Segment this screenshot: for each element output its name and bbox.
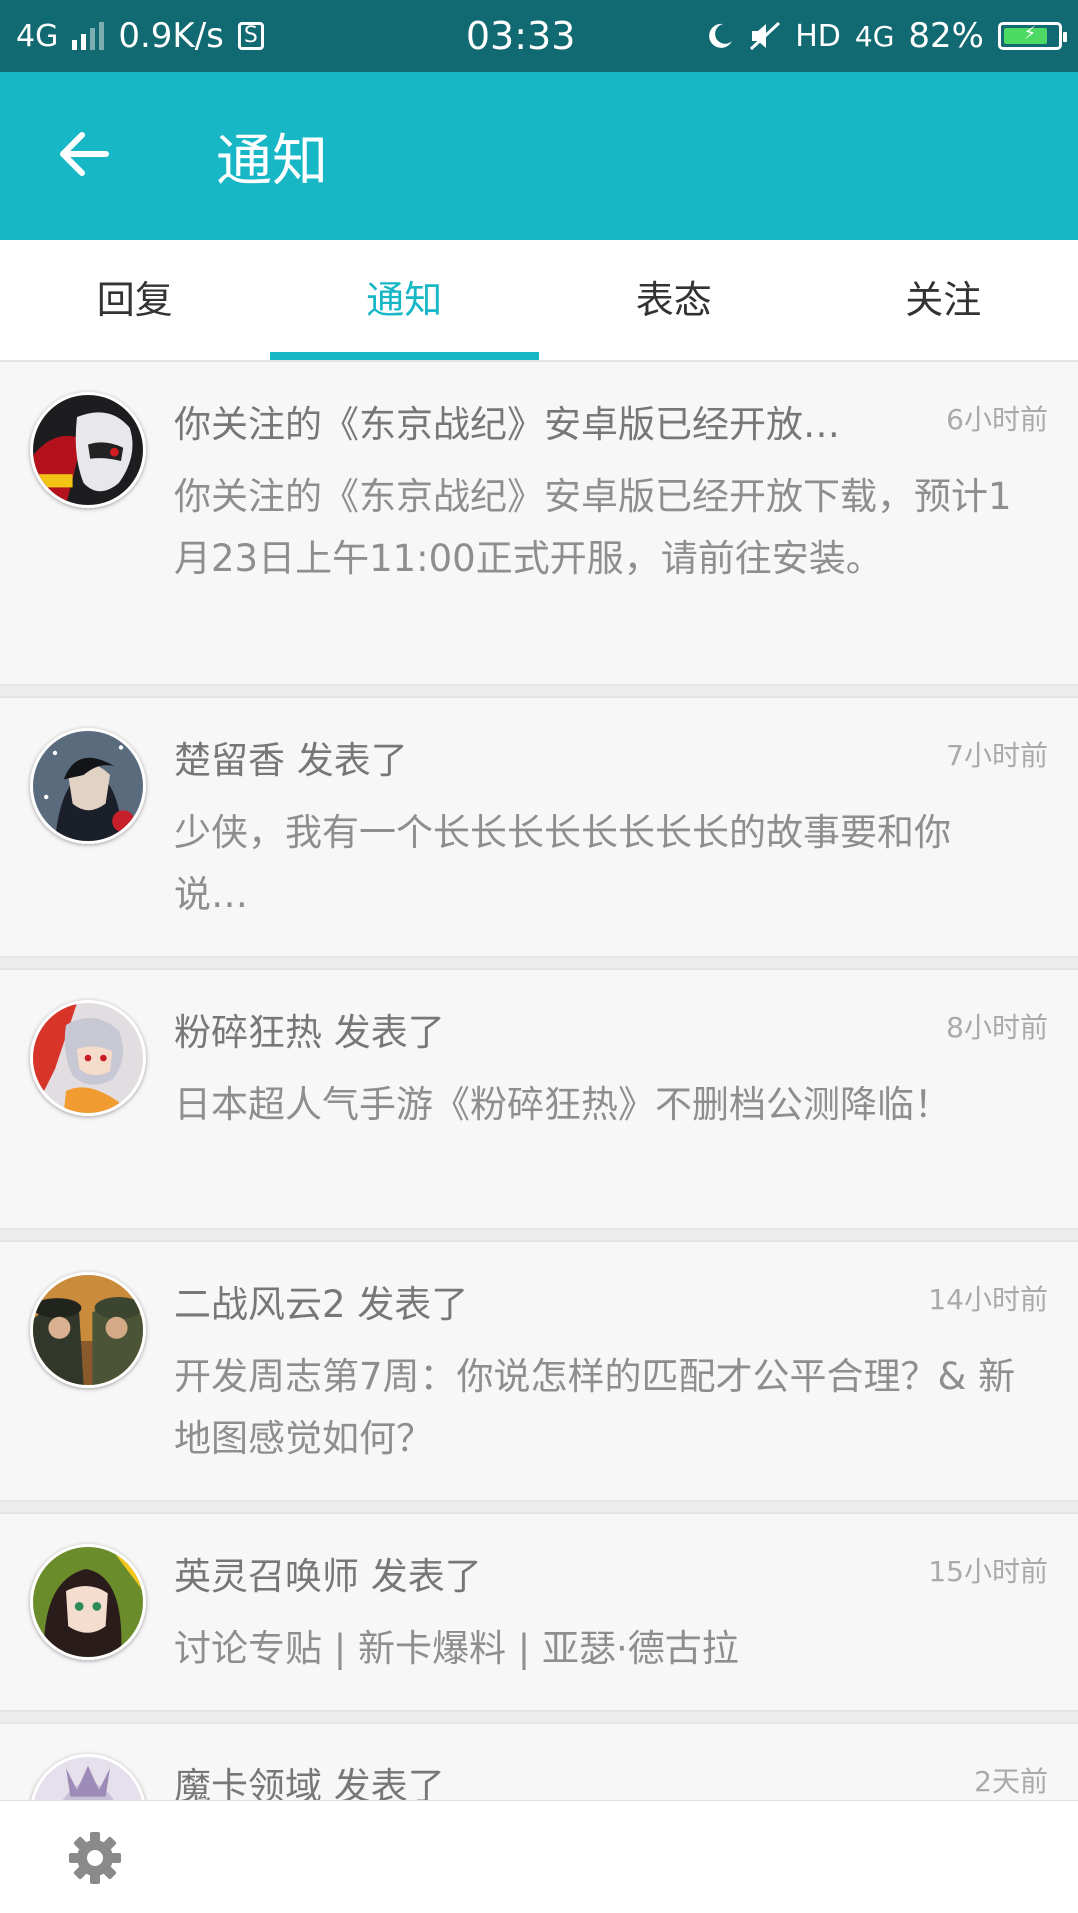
notification-title: 粉碎狂热 发表了: [174, 1002, 894, 1056]
notification-item[interactable]: 魔卡领域 发表了 2天前: [0, 1722, 1078, 1800]
network-type: 4G: [16, 19, 58, 54]
notification-item[interactable]: 二战风云2 发表了 14小时前 开发周志第7周：你说怎样的匹配才公平合理？& 新…: [0, 1240, 1078, 1502]
notification-title: 魔卡领域 发表了: [174, 1756, 894, 1800]
moon-icon: [705, 21, 735, 51]
notification-item[interactable]: 粉碎狂热 发表了 8小时前 日本超人气手游《粉碎狂热》不删档公测降临！: [0, 968, 1078, 1230]
notification-item[interactable]: 你关注的《东京战纪》安卓版已经开放… 6小时前 你关注的《东京战纪》安卓版已经开…: [0, 360, 1078, 686]
tab-reaction[interactable]: 表态: [539, 240, 809, 360]
hd-label: HD: [795, 19, 841, 54]
gear-icon: [68, 1831, 122, 1885]
notification-body: 日本超人气手游《粉碎狂热》不删档公测降临！: [174, 1074, 1024, 1136]
avatar: [30, 1754, 146, 1800]
arrow-left-icon: [52, 122, 116, 186]
notification-body: 讨论专贴 | 新卡爆料 | 亚瑟·德古拉: [174, 1618, 1024, 1680]
notification-body: 你关注的《东京战纪》安卓版已经开放下载，预计1月23日上午11:00正式开服，请…: [174, 466, 1024, 590]
settings-button[interactable]: [68, 1831, 122, 1885]
notification-time: 15小时前: [928, 1550, 1048, 1590]
battery-icon: ⚡: [998, 22, 1062, 50]
notification-title: 二战风云2 发表了: [174, 1274, 894, 1328]
network-type-right: 4G: [855, 20, 895, 53]
notification-time: 7小时前: [946, 734, 1048, 774]
notification-time: 2天前: [974, 1760, 1048, 1800]
back-button[interactable]: [52, 122, 116, 186]
avatar: [30, 1272, 146, 1388]
app-bar: 通知: [0, 72, 1078, 240]
status-bar: 4G 0.9K/s S 03:33 HD 4G 82% ⚡: [0, 0, 1078, 72]
notification-time: 14小时前: [928, 1278, 1048, 1318]
network-speed: 0.9K/s: [118, 16, 224, 56]
avatar: [30, 1000, 146, 1116]
s-app-icon: S: [238, 22, 264, 50]
notification-title: 你关注的《东京战纪》安卓版已经开放…: [174, 394, 894, 448]
notification-time: 6小时前: [946, 398, 1048, 438]
clock: 03:33: [336, 14, 705, 58]
avatar: [30, 392, 146, 508]
notification-body: 少侠，我有一个长长长长长长长长的故事要和你说…: [174, 802, 1024, 926]
notification-list: 你关注的《东京战纪》安卓版已经开放… 6小时前 你关注的《东京战纪》安卓版已经开…: [0, 360, 1078, 1800]
tab-bar: 回复 通知 表态 关注: [0, 240, 1078, 360]
notification-title: 楚留香 发表了: [174, 730, 894, 784]
tab-reply[interactable]: 回复: [0, 240, 270, 360]
avatar: [30, 728, 146, 844]
tab-notification[interactable]: 通知: [270, 240, 540, 360]
notification-body: 开发周志第7周：你说怎样的匹配才公平合理？& 新地图感觉如何？: [174, 1346, 1024, 1470]
notification-item[interactable]: 英灵召唤师 发表了 15小时前 讨论专贴 | 新卡爆料 | 亚瑟·德古拉: [0, 1512, 1078, 1712]
notification-title: 英灵召唤师 发表了: [174, 1546, 894, 1600]
mute-icon: [749, 21, 781, 51]
avatar: [30, 1544, 146, 1660]
notification-time: 8小时前: [946, 1006, 1048, 1046]
page-title: 通知: [216, 116, 328, 197]
notification-item[interactable]: 楚留香 发表了 7小时前 少侠，我有一个长长长长长长长长的故事要和你说…: [0, 696, 1078, 958]
battery-percent: 82%: [908, 16, 984, 56]
tab-follow[interactable]: 关注: [809, 240, 1078, 360]
bottom-bar: [0, 1800, 1078, 1913]
signal-icon: [72, 22, 104, 50]
